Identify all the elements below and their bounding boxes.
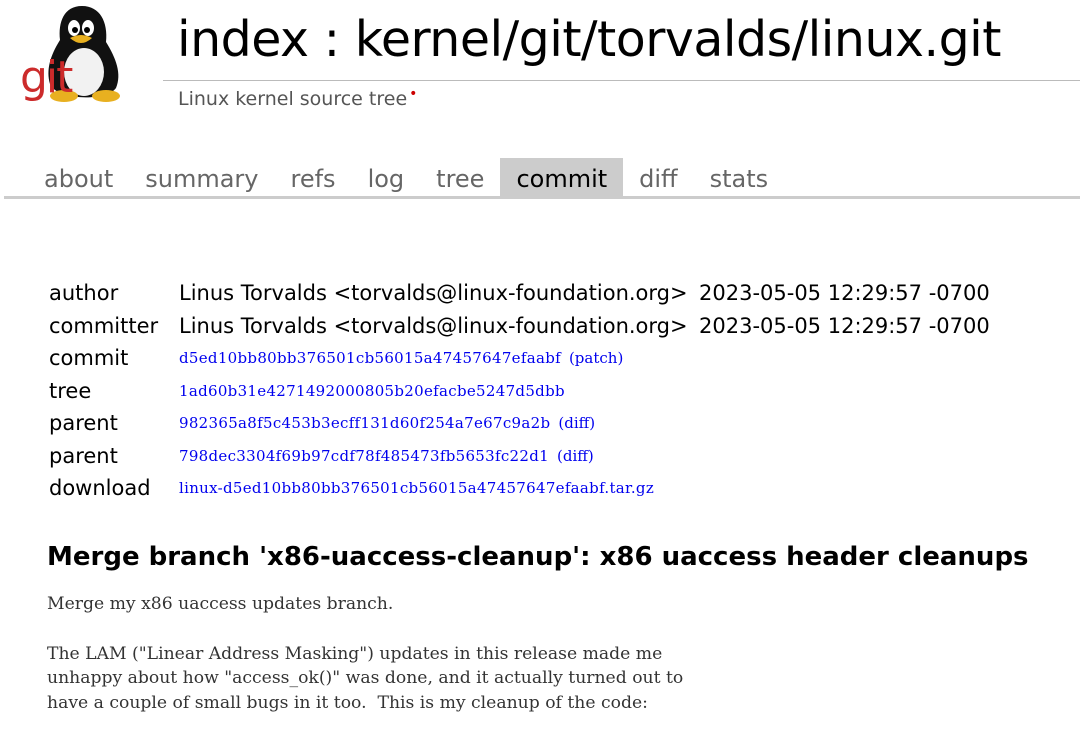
commit-message: Merge my x86 uaccess updates branch. The…: [47, 594, 684, 714]
tree-label: tree: [49, 378, 92, 403]
tree-hash-link[interactable]: 1ad60b31e4271492000805b20efacbe5247d5dbb: [179, 382, 565, 400]
parent-diff-link[interactable]: (diff): [558, 414, 595, 432]
download-label: download: [49, 476, 151, 501]
tab-stats[interactable]: stats: [694, 158, 785, 196]
download-row: download linux-d5ed10bb80bb376501cb56015…: [49, 472, 688, 505]
download-tarball-link[interactable]: linux-d5ed10bb80bb376501cb56015a47457647…: [179, 479, 654, 497]
tab-commit[interactable]: commit: [500, 158, 624, 196]
parent-label: parent: [49, 443, 118, 468]
commit-subject: Merge branch 'x86-uaccess-cleanup': x86 …: [47, 542, 1029, 572]
tab-log[interactable]: log: [352, 158, 421, 196]
parent-diff-link[interactable]: (diff): [557, 447, 594, 465]
author-row: author Linus Torvalds <torvalds@linux-fo…: [49, 277, 990, 310]
repo-description-text: Linux kernel source tree: [178, 88, 408, 110]
author-date: 2023-05-05 12:29:57 -0700: [699, 281, 990, 306]
committer-value: Linus Torvalds <torvalds@linux-foundatio…: [179, 313, 688, 338]
tab-summary[interactable]: summary: [129, 158, 274, 196]
git-logo-text: git: [20, 52, 73, 103]
parent-label: parent: [49, 411, 118, 436]
commit-info-table: author Linus Torvalds <torvalds@linux-fo…: [49, 277, 990, 505]
committer-date: 2023-05-05 12:29:57 -0700: [699, 313, 990, 338]
repo-description: Linux kernel source tree •: [178, 86, 418, 110]
title-divider: [163, 80, 1080, 81]
parent-hash-link[interactable]: 982365a8f5c453b3ecff131d60f254a7e67c9a2b: [179, 414, 550, 432]
author-value: Linus Torvalds <torvalds@linux-foundatio…: [179, 281, 688, 306]
commit-label: commit: [49, 346, 129, 371]
tab-bar-underline: [4, 196, 1080, 199]
author-label: author: [49, 281, 119, 306]
tree-row: tree 1ad60b31e4271492000805b20efacbe5247…: [49, 375, 688, 408]
tab-bar: about summary refs log tree commit diff …: [28, 158, 784, 196]
tab-refs[interactable]: refs: [275, 158, 352, 196]
repo-title: index : kernel/git/torvalds/linux.git: [177, 11, 1002, 68]
tab-about[interactable]: about: [28, 158, 129, 196]
commit-row: commit d5ed10bb80bb376501cb56015a4745764…: [49, 342, 688, 375]
committer-label: committer: [49, 313, 159, 338]
patch-link[interactable]: (patch): [569, 349, 623, 367]
parent-row: parent 982365a8f5c453b3ecff131d60f254a7e…: [49, 407, 688, 440]
parent-row: parent 798dec3304f69b97cdf78f485473fb565…: [49, 440, 688, 473]
committer-row: committer Linus Torvalds <torvalds@linux…: [49, 310, 990, 343]
tab-diff[interactable]: diff: [623, 158, 693, 196]
commit-hash-link[interactable]: d5ed10bb80bb376501cb56015a47457647efaabf: [179, 349, 561, 367]
parent-hash-link[interactable]: 798dec3304f69b97cdf78f485473fb5653fc22d1: [179, 447, 549, 465]
git-logo[interactable]: git: [20, 0, 140, 112]
tab-tree[interactable]: tree: [420, 158, 500, 196]
red-dot-icon: •: [409, 86, 418, 102]
